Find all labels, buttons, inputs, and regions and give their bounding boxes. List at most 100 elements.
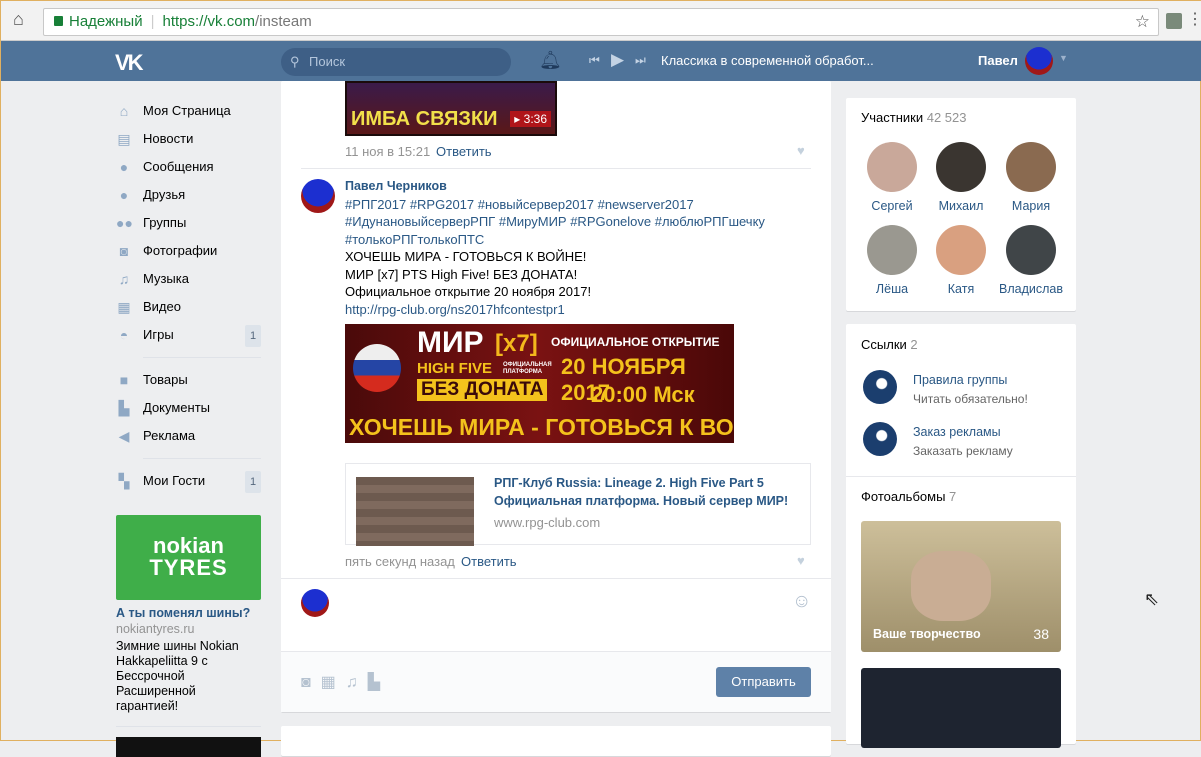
emoji-icon[interactable]: ☺ (792, 591, 811, 613)
member-item[interactable]: Михаил (926, 142, 996, 213)
hashtags[interactable]: #РПГ2017 #RPG2017 #новыйсервер2017 #news… (345, 196, 815, 214)
prev-track-icon[interactable]: ⏮︎ (589, 53, 600, 68)
banner-image[interactable]: МИР [x7] HIGH FIVE ОФИЦИАЛЬНАЯ ПЛАТФОРМА… (345, 324, 734, 443)
albums-title[interactable]: Фотоальбомы (861, 489, 945, 504)
sidebar-item-photos[interactable]: ◙ Фотографии (116, 237, 261, 265)
author-avatar[interactable] (301, 179, 335, 213)
comment-time[interactable]: пять секунд назад (345, 554, 455, 569)
member-item[interactable]: Катя (926, 225, 996, 296)
grid-icon: ▚ (118, 473, 130, 489)
lock-icon (54, 16, 63, 26)
user-avatar[interactable] (1025, 47, 1053, 75)
sidebar-ad[interactable]: nokian TYRES А ты поменял шины? nokianty… (116, 515, 261, 757)
comment-time[interactable]: 11 ноя в 15:21 (345, 144, 430, 159)
member-item[interactable]: Владислав (991, 225, 1071, 296)
home-icon: ⌂ (119, 103, 129, 119)
games-badge: 1 (245, 325, 261, 347)
music-icon[interactable]: ♫ (346, 674, 358, 691)
bag-icon: ■ (119, 372, 129, 388)
sidebar-item-news[interactable]: ▤ Новости (116, 125, 261, 153)
links-title[interactable]: Ссылки (861, 337, 907, 352)
divider (143, 458, 261, 459)
my-avatar (301, 589, 329, 617)
comment-text: Официальное открытие 20 ноября 2017! (345, 284, 592, 299)
hashtags[interactable]: #толькоРПГтолькоПТС (345, 231, 815, 249)
camera-icon: ◙ (119, 243, 129, 259)
member-photo (1006, 225, 1056, 275)
groups-icon: ●● (116, 215, 133, 231)
hashtags[interactable]: #ИдунановыйсерверРПГ #МируМИР #RPGonelov… (345, 213, 815, 231)
gamepad-icon: ◓ (119, 327, 129, 343)
comment-text: ХОЧЕШЬ МИРА - ГОТОВЬСЯ К ВОЙНЕ! (345, 249, 587, 264)
sidebar-item-games[interactable]: ◓ Игры 1 (116, 321, 261, 349)
video-icon[interactable]: ▦ (321, 674, 336, 691)
like-icon[interactable]: ♥ (797, 143, 805, 158)
album-item[interactable]: Ваше творчество 38 (861, 521, 1061, 652)
video-thumbnail[interactable]: ИМБА СВЯЗКИ ▸ 3:36 (345, 81, 557, 136)
user-icon: ● (119, 187, 129, 203)
camera-icon[interactable]: ◙ (301, 674, 311, 691)
home-icon[interactable]: ⌂ (13, 9, 24, 30)
guests-badge: 1 (245, 471, 261, 493)
mouse-cursor: ⇖ (1144, 589, 1160, 609)
next-ad-image[interactable] (116, 737, 261, 757)
play-icon: ▸ (514, 112, 524, 126)
address-bar[interactable]: Надежный | https://vk.com/insteam ☆ (43, 8, 1159, 36)
sidebar-item-documents[interactable]: ▙ Документы (116, 394, 261, 422)
sidebar-item-music[interactable]: ♫ Музыка (116, 265, 261, 293)
members-count: 42 523 (926, 110, 967, 125)
member-item[interactable]: Лёша (857, 225, 927, 296)
link-thumbnail (356, 477, 474, 546)
sidebar-item-goods[interactable]: ■ Товары (116, 366, 261, 394)
sidebar: ⌂ Моя Страница ▤ Новости ● Сообщения ● Друзь… (116, 97, 261, 495)
comments-card: ИМБА СВЯЗКИ ▸ 3:36 11 ноя в 15:21 Ответи… (281, 81, 831, 712)
sidebar-item-my-page[interactable]: ⌂ Моя Страница (116, 97, 261, 125)
comment-input[interactable] (341, 586, 781, 646)
links-count: 2 (910, 337, 918, 352)
document-icon[interactable]: ▙ (368, 674, 380, 691)
members-card: Участники 42 523 Сергей Михаил Мария Лёш… (846, 98, 1076, 311)
secure-label: Надежный (69, 13, 143, 30)
search-input[interactable]: ⚲ Поиск (281, 48, 511, 76)
star-icon[interactable]: ☆ (1135, 9, 1150, 35)
sidebar-item-ads[interactable]: ◀ Реклама (116, 422, 261, 450)
sidebar-item-friends[interactable]: ● Друзья (116, 181, 261, 209)
member-item[interactable]: Сергей (857, 142, 927, 213)
members-title[interactable]: Участники (861, 110, 923, 125)
ad-title[interactable]: А ты поменял шины? (116, 606, 261, 620)
play-icon[interactable]: ▶ (611, 50, 624, 70)
like-icon[interactable]: ♥ (797, 553, 805, 568)
link-card[interactable]: РПГ-Клуб Russia: Lineage 2. High Five Pa… (345, 463, 811, 546)
send-button[interactable]: Отправить (716, 667, 811, 697)
next-track-icon[interactable]: ⏭︎ (635, 53, 646, 68)
album-cover (911, 551, 991, 621)
bell-icon[interactable]: 🔔︎ (539, 50, 562, 71)
user-name[interactable]: Павел (978, 53, 1018, 68)
sidebar-item-video[interactable]: ▦ Видео (116, 293, 261, 321)
next-post-card (281, 726, 831, 756)
current-track[interactable]: Классика в современной обработ... (661, 53, 874, 68)
album-item[interactable] (861, 668, 1061, 748)
url-host: https://vk.com (162, 13, 256, 30)
sidebar-item-messages[interactable]: ● Сообщения (116, 153, 261, 181)
member-photo (936, 225, 986, 275)
comment-text: МИР [x7] PTS High Five! БЕЗ ДОНАТА! (345, 266, 578, 282)
chevron-down-icon[interactable]: ▼ (1059, 53, 1068, 63)
document-icon: ▙ (118, 400, 130, 416)
extension-icon[interactable] (1166, 13, 1182, 29)
music-icon: ♫ (118, 271, 130, 287)
steam-icon (863, 370, 897, 404)
comment-link[interactable]: http://rpg-club.org/ns2017hfcontestpr1 (345, 301, 815, 319)
sidebar-item-groups[interactable]: ●● Группы (116, 209, 261, 237)
vk-header: VK ⚲ Поиск 🔔︎ ⏮︎ ▶ ⏭︎ Классика в современ… (1, 41, 1201, 81)
links-card: Ссылки 2 Правила группы Читать обязатель… (846, 324, 1076, 748)
member-item[interactable]: Мария (996, 142, 1066, 213)
sidebar-item-guests[interactable]: ▚ Мои Гости 1 (116, 467, 261, 495)
albums-count: 7 (949, 489, 957, 504)
vk-logo[interactable]: VK (115, 50, 144, 76)
reply-link[interactable]: Ответить (436, 144, 492, 159)
divider (143, 357, 261, 358)
menu-icon[interactable]: ⋮ (1187, 9, 1201, 29)
reply-link[interactable]: Ответить (461, 554, 517, 569)
author-name[interactable]: Павел Черников (345, 178, 815, 196)
